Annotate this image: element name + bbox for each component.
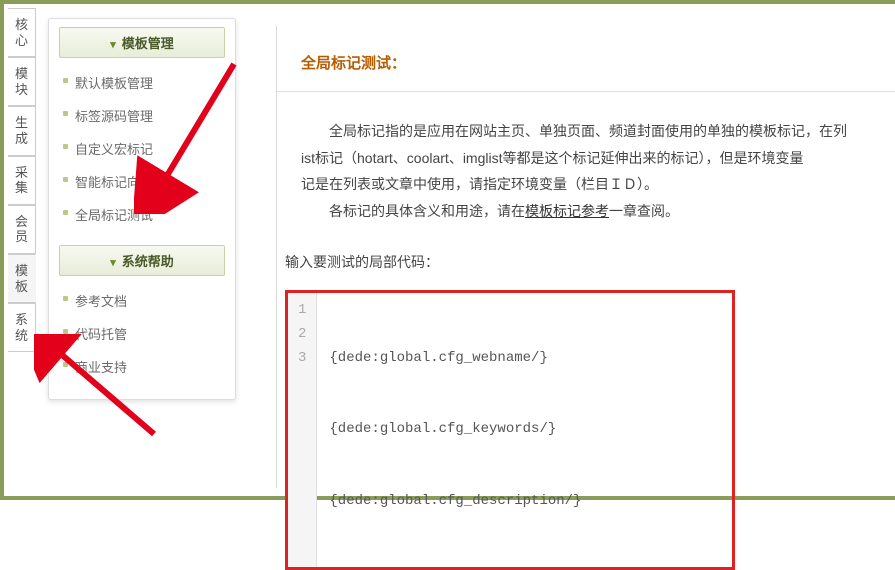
menu-list-template: 默认模板管理 标签源码管理 自定义宏标记 智能标记向导 全局标记测试: [49, 64, 235, 237]
vnav-member[interactable]: 会员: [8, 205, 36, 254]
vnav-generate[interactable]: 生成: [8, 106, 36, 155]
vnav-system[interactable]: 系统: [8, 303, 36, 352]
vnav-collect[interactable]: 采集: [8, 156, 36, 205]
line-number: 2: [298, 323, 306, 347]
app-frame: 核心 模块 生成 采集 会员 模板 系统 ▾ 模板管理 默认模板管理 标签源码管理…: [0, 0, 895, 500]
code-line: {dede:global.cfg_description/}: [329, 490, 581, 514]
menu-commercial[interactable]: 商业支持: [49, 350, 235, 383]
menu-custom-macro[interactable]: 自定义宏标记: [49, 132, 235, 165]
main-content: 全局标记测试： 全局标记指的是应用在网站主页、单独页面、频道封面使用的单独的模板…: [276, 26, 895, 488]
vertical-nav: 核心 模块 生成 采集 会员 模板 系统: [8, 8, 38, 352]
group-header-help[interactable]: ▾ 系统帮助: [59, 245, 225, 276]
input-label: 输入要测试的局部代码：: [277, 234, 895, 282]
code-lines[interactable]: {dede:global.cfg_webname/} {dede:global.…: [317, 293, 593, 567]
code-gutter: 1 2 3: [288, 293, 317, 567]
group-title: 系统帮助: [122, 254, 174, 269]
line-number: 1: [298, 299, 306, 323]
line-number: 3: [298, 347, 306, 371]
menu-default-template[interactable]: 默认模板管理: [49, 66, 235, 99]
desc-text: 一章查阅。: [609, 203, 679, 219]
code-editor[interactable]: 1 2 3 {dede:global.cfg_webname/} {dede:g…: [285, 290, 735, 570]
caret-down-icon: ▾: [110, 256, 116, 269]
page-title: 全局标记测试：: [277, 26, 895, 92]
menu-code-host[interactable]: 代码托管: [49, 317, 235, 350]
caret-down-icon: ▾: [110, 38, 116, 51]
vnav-module[interactable]: 模块: [8, 57, 36, 106]
menu-list-help: 参考文档 代码托管 商业支持: [49, 282, 235, 389]
menu-reference[interactable]: 参考文档: [49, 284, 235, 317]
vnav-template[interactable]: 模板: [8, 254, 36, 303]
vnav-core[interactable]: 核心: [8, 8, 36, 57]
desc-text: ist标记（hotart、coolart、imglist等都是这个标记延伸出来的…: [301, 150, 804, 166]
desc-text: 全局标记指的是应用在网站主页、单独页面、频道封面使用的单独的模板标记，在列: [329, 123, 847, 139]
sidebar-panel: ▾ 模板管理 默认模板管理 标签源码管理 自定义宏标记 智能标记向导 全局标记测试…: [48, 18, 236, 400]
code-line: {dede:global.cfg_webname/}: [329, 347, 581, 371]
description-block: 全局标记指的是应用在网站主页、单独页面、频道封面使用的单独的模板标记，在列 is…: [277, 92, 895, 234]
code-line: {dede:global.cfg_keywords/}: [329, 418, 581, 442]
group-header-template[interactable]: ▾ 模板管理: [59, 27, 225, 58]
menu-smart-tag[interactable]: 智能标记向导: [49, 165, 235, 198]
menu-tag-source[interactable]: 标签源码管理: [49, 99, 235, 132]
group-title: 模板管理: [122, 36, 174, 51]
desc-text: 各标记的具体含义和用途，请在: [329, 203, 525, 219]
menu-global-tag-test[interactable]: 全局标记测试: [49, 198, 235, 231]
desc-text: 记是在列表或文章中使用，请指定环境变量（栏目ＩＤ）。: [301, 176, 658, 192]
template-reference-link[interactable]: 模板标记参考: [525, 203, 609, 219]
